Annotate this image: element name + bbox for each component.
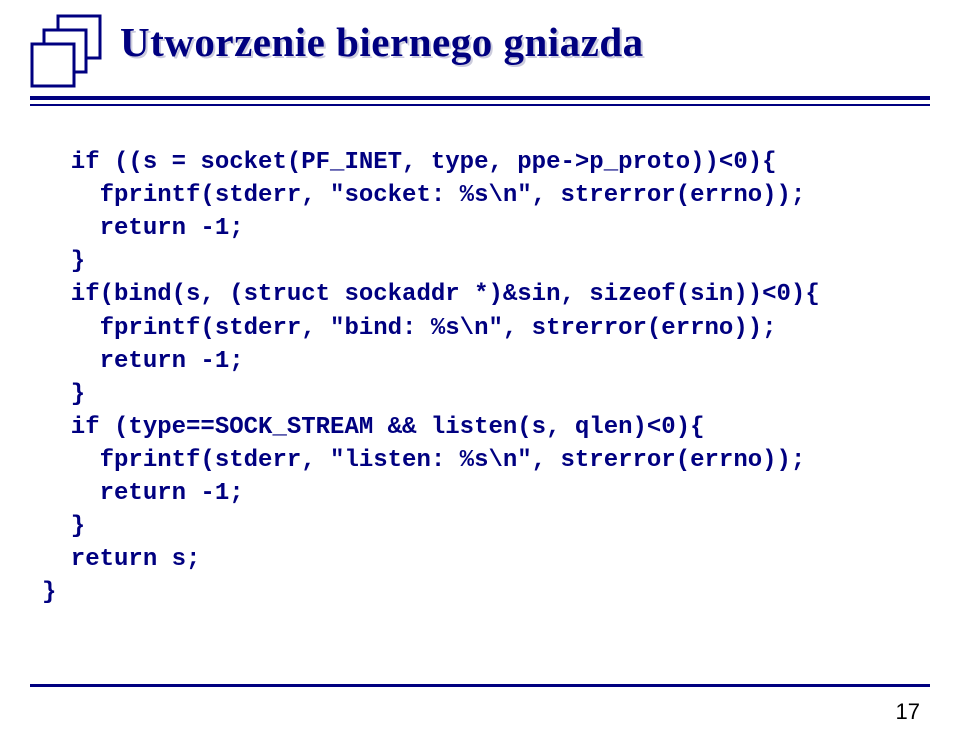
divider-thick: [30, 96, 930, 100]
slide-title: Utworzenie biernego gniazda: [110, 10, 644, 66]
code-block: if ((s = socket(PF_INET, type, ppe->p_pr…: [0, 106, 960, 610]
header-row: Utworzenie biernego gniazda: [0, 0, 960, 90]
slide: Utworzenie biernego gniazda if ((s = soc…: [0, 0, 960, 743]
footer-divider: [30, 684, 930, 687]
overlapping-squares-icon: [30, 10, 110, 90]
page-number: 17: [896, 699, 920, 725]
